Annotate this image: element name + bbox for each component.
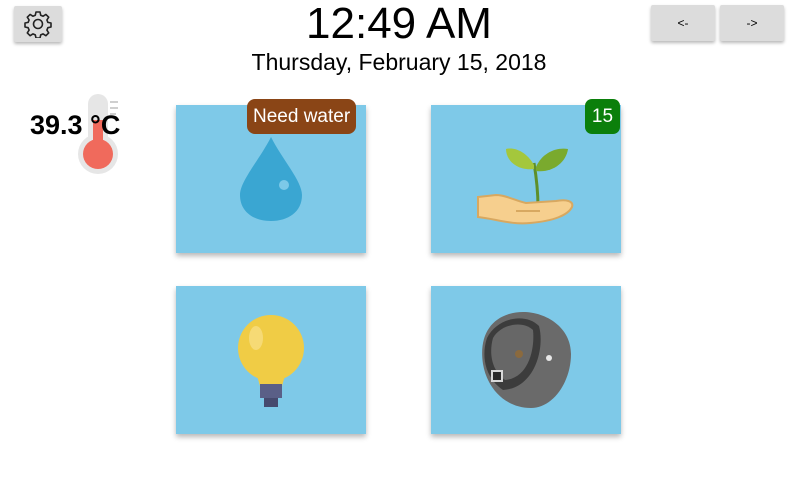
clock-date: Thursday, February 15, 2018 [251, 49, 547, 75]
light-tile[interactable] [176, 286, 366, 434]
prev-button[interactable]: <- [651, 5, 715, 41]
temperature-value: 39.3 °C [30, 110, 121, 140]
plant-hand-icon [477, 148, 574, 225]
plant-count-badge: 15 [585, 99, 620, 134]
need-water-badge: Need water [247, 99, 357, 134]
camera-icon [482, 311, 571, 408]
next-button[interactable]: -> [720, 5, 784, 41]
water-drop-icon [240, 137, 302, 221]
light-bulb-icon [238, 315, 304, 407]
camera-tile[interactable] [431, 286, 621, 434]
